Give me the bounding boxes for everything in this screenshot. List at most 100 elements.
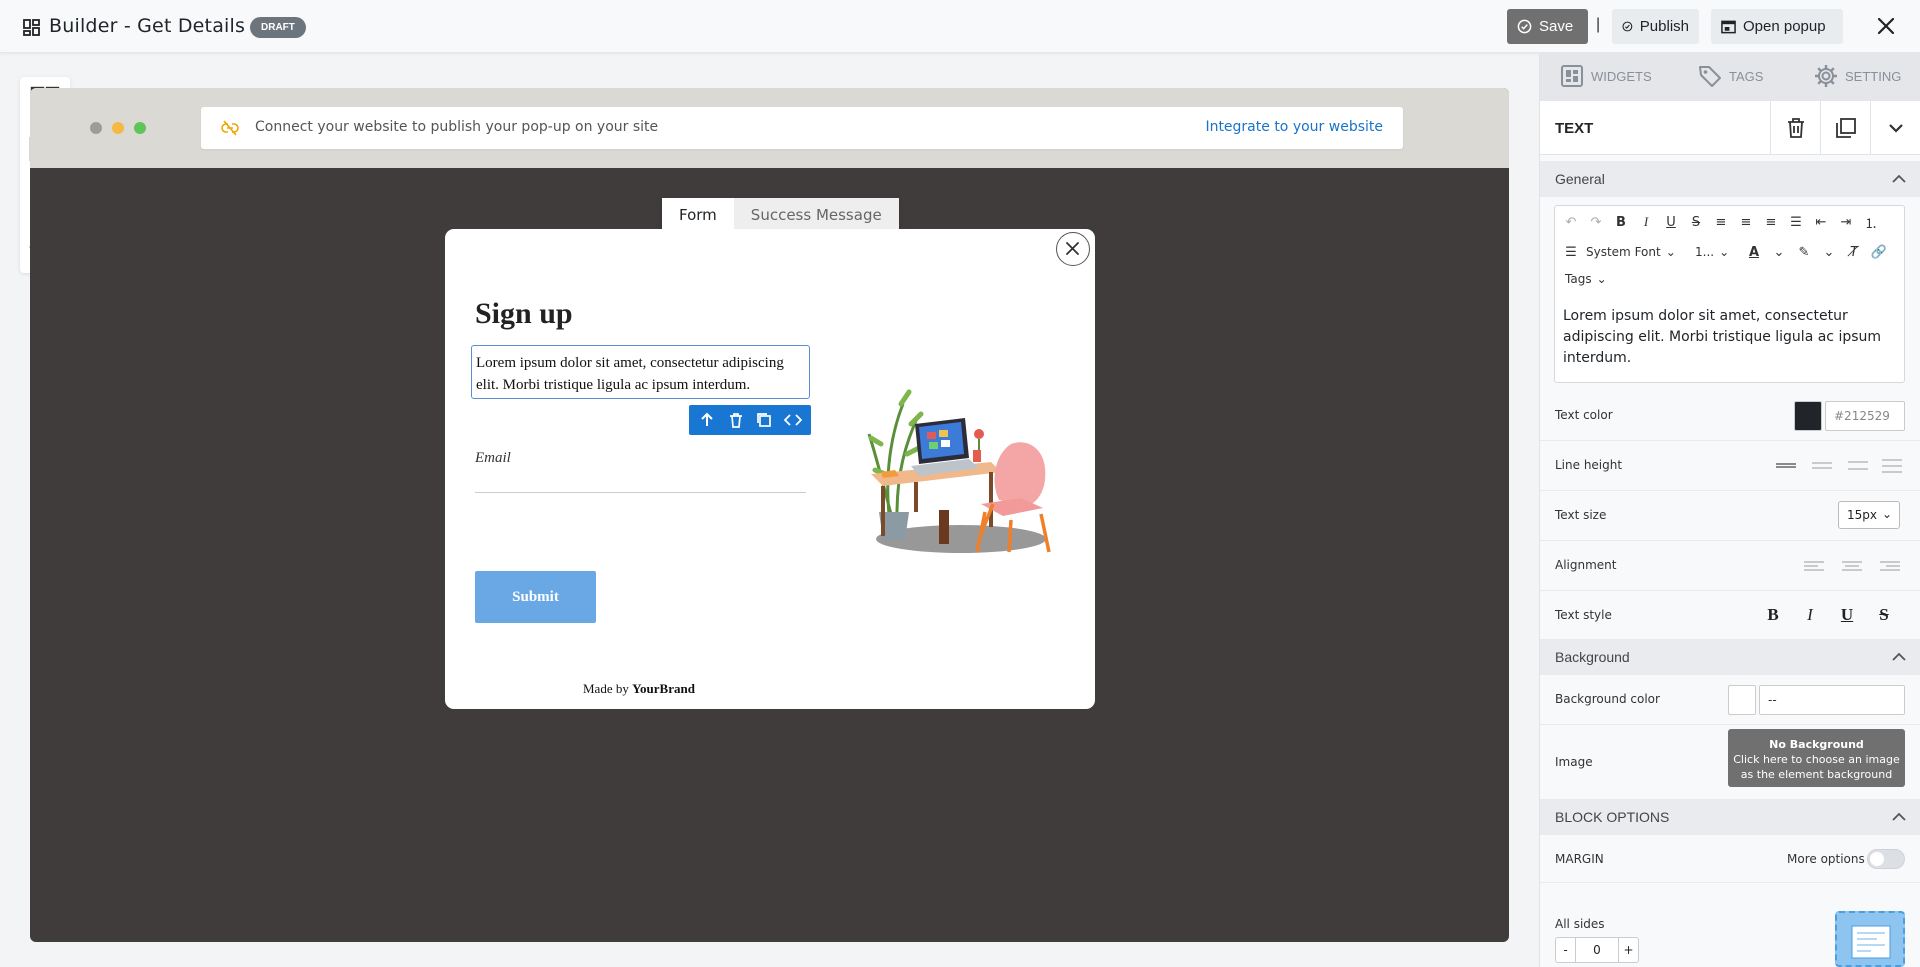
font-size-select[interactable]: 1... ⌄ xyxy=(1695,245,1739,259)
background-color-input[interactable]: -- xyxy=(1759,685,1905,715)
text-style-italic-button[interactable]: I xyxy=(1800,605,1820,625)
all-sides-label: All sides xyxy=(1555,917,1605,931)
tab-tags[interactable]: TAGS xyxy=(1698,64,1763,88)
font-select-value: System Font xyxy=(1586,245,1661,259)
italic-icon[interactable]: I xyxy=(1636,212,1656,232)
block-options-section-title: BLOCK OPTIONS xyxy=(1555,809,1670,825)
align-center-icon[interactable]: ≡ xyxy=(1736,212,1756,232)
align-left-icon[interactable] xyxy=(1802,557,1826,575)
clear-format-icon[interactable]: T̸ xyxy=(1844,242,1864,262)
text-style-row: Text style B I U S xyxy=(1540,591,1920,641)
text-color-swatch[interactable] xyxy=(1794,401,1822,431)
text-size-row: Text size 15px ⌄ xyxy=(1540,491,1920,541)
tags-select-value: Tags xyxy=(1565,272,1592,286)
text-color-label: Text color xyxy=(1555,408,1613,422)
chevron-down-icon xyxy=(1888,124,1903,133)
text-color-input[interactable]: #212529 xyxy=(1825,401,1905,431)
more-options-toggle[interactable] xyxy=(1867,849,1905,869)
made-by-credit: Made by YourBrand xyxy=(583,681,695,697)
code-icon[interactable] xyxy=(783,411,802,429)
align-left-icon[interactable]: ≡ xyxy=(1711,212,1731,232)
tag-icon xyxy=(1699,66,1721,87)
align-justify-icon[interactable]: ☰ xyxy=(1786,212,1806,232)
popup-preview: Sign up Lorem ipsum dolor sit amet, cons… xyxy=(445,229,1095,709)
image-label: Image xyxy=(1555,755,1593,769)
arrow-up-icon[interactable] xyxy=(698,411,716,429)
general-section-header[interactable]: General xyxy=(1540,161,1920,197)
text-style-strike-button[interactable]: S xyxy=(1874,605,1894,625)
text-size-select[interactable]: 15px ⌄ xyxy=(1838,501,1900,529)
strikethrough-icon[interactable]: S xyxy=(1686,212,1706,232)
margin-value-input[interactable]: 0 xyxy=(1576,938,1618,962)
email-field[interactable] xyxy=(475,492,806,493)
element-box-icon xyxy=(1851,925,1891,959)
background-section-header[interactable]: Background xyxy=(1540,639,1920,675)
canvas: Connect your website to publish your pop… xyxy=(30,88,1509,942)
margin-increment-button[interactable]: + xyxy=(1618,938,1638,962)
align-right-icon[interactable]: ≡ xyxy=(1761,212,1781,232)
tab-form[interactable]: Form xyxy=(662,198,734,232)
undo-icon[interactable]: ↶ xyxy=(1561,212,1581,232)
popup-heading[interactable]: Sign up xyxy=(475,297,573,331)
publish-button[interactable]: Publish xyxy=(1612,9,1699,44)
text-style-bold-button[interactable]: B xyxy=(1763,605,1783,625)
submit-button[interactable]: Submit xyxy=(475,571,596,623)
bold-icon[interactable]: B xyxy=(1611,212,1631,232)
tab-widgets[interactable]: WIDGETS xyxy=(1560,64,1652,88)
editor-content[interactable]: Lorem ipsum dolor sit amet, consectetur … xyxy=(1563,306,1893,369)
line-height-compact-icon[interactable] xyxy=(1774,457,1798,475)
align-center-icon[interactable] xyxy=(1840,557,1864,575)
outdent-icon[interactable]: ⇤ xyxy=(1811,212,1831,232)
delete-element-button[interactable] xyxy=(1770,101,1820,155)
box-model-preview[interactable] xyxy=(1835,911,1905,967)
redo-icon[interactable]: ↷ xyxy=(1586,212,1606,232)
properties-panel: WIDGETS TAGS SETTING TEXT General ↶ ↷ B … xyxy=(1539,53,1920,967)
duplicate-element-button[interactable] xyxy=(1820,101,1870,155)
link-icon[interactable]: 🔗 xyxy=(1869,242,1889,262)
duplicate-icon[interactable] xyxy=(755,411,773,429)
align-right-icon[interactable] xyxy=(1878,557,1902,575)
check-circle-icon xyxy=(1517,19,1532,34)
integration-notice: Connect your website to publish your pop… xyxy=(201,107,1403,149)
window-dot-green xyxy=(134,122,146,134)
font-size-select-value: 1... xyxy=(1695,245,1715,259)
choose-background-image-button[interactable]: No Background Click here to choose an im… xyxy=(1728,729,1905,787)
highlight-icon[interactable]: ✎ xyxy=(1794,242,1814,262)
margin-label: MARGIN xyxy=(1555,852,1604,866)
line-height-label: Line height xyxy=(1555,458,1623,472)
text-color-icon[interactable]: A xyxy=(1744,242,1764,262)
collapse-element-button[interactable] xyxy=(1870,101,1920,155)
block-options-section-header[interactable]: BLOCK OPTIONS xyxy=(1540,799,1920,835)
popup-body-text[interactable]: Lorem ipsum dolor sit amet, consectetur … xyxy=(471,345,810,399)
tab-success-message[interactable]: Success Message xyxy=(733,198,899,232)
line-height-relaxed-icon[interactable] xyxy=(1846,457,1870,475)
tab-tags-label: TAGS xyxy=(1729,68,1764,84)
publish-label: Publish xyxy=(1639,18,1689,35)
browser-chrome: Connect your website to publish your pop… xyxy=(30,88,1509,168)
chevron-down-icon[interactable]: ⌄ xyxy=(1819,242,1839,262)
tags-select[interactable]: Tags ⌄ xyxy=(1561,272,1607,286)
integrate-link[interactable]: Integrate to your website xyxy=(1205,119,1383,135)
chevron-down-icon[interactable]: ⌄ xyxy=(1769,242,1789,262)
underline-icon[interactable]: U xyxy=(1661,212,1681,232)
background-color-swatch[interactable] xyxy=(1728,685,1756,715)
trash-icon[interactable] xyxy=(727,411,745,429)
editor-toolbar-row-1: ↶ ↷ B I U S ≡ ≡ ≡ ☰ ⇤ ⇥ ⒈ xyxy=(1561,212,1881,232)
save-button[interactable]: Save xyxy=(1507,9,1588,44)
tab-setting-label: SETTING xyxy=(1845,68,1902,84)
line-height-normal-icon[interactable] xyxy=(1810,457,1834,475)
open-popup-button[interactable]: Open popup xyxy=(1711,9,1843,44)
bullet-list-icon[interactable]: ☰ xyxy=(1561,242,1581,262)
tab-setting[interactable]: SETTING xyxy=(1814,64,1901,88)
text-style-underline-button[interactable]: U xyxy=(1837,605,1857,625)
chevron-down-icon: ⌄ xyxy=(1719,245,1730,259)
font-select[interactable]: System Font ⌄ xyxy=(1586,245,1690,259)
numbered-list-icon[interactable]: ⒈ xyxy=(1861,212,1881,232)
close-icon[interactable] xyxy=(1875,15,1897,37)
window-dot-yellow xyxy=(112,122,124,134)
margin-decrement-button[interactable]: - xyxy=(1556,938,1576,962)
image-box-title: No Background xyxy=(1769,738,1864,751)
line-height-loose-icon[interactable] xyxy=(1880,457,1904,475)
indent-icon[interactable]: ⇥ xyxy=(1836,212,1856,232)
popup-close-button[interactable] xyxy=(1056,232,1090,266)
